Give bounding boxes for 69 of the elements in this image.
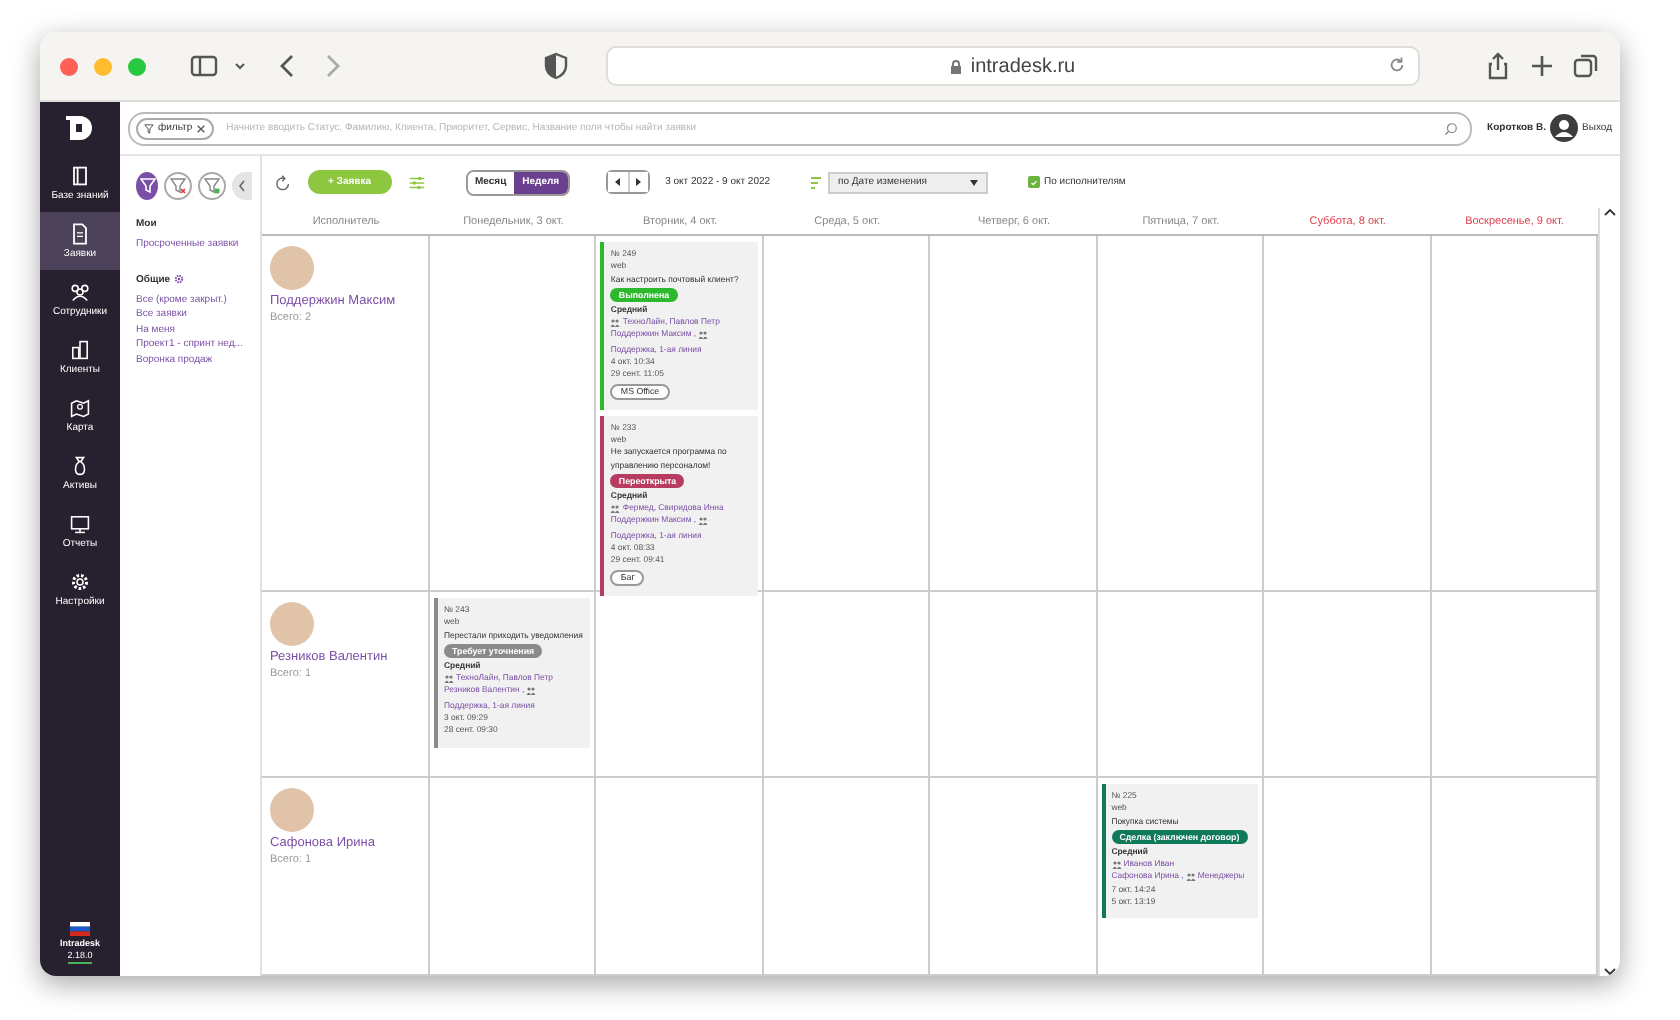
filter-icon: [144, 123, 154, 133]
calendar-cell[interactable]: [763, 778, 931, 976]
gear-icon: [68, 570, 92, 594]
calendar-cell[interactable]: [1431, 236, 1598, 592]
lock-icon: [950, 59, 963, 73]
flag-icon[interactable]: [70, 922, 90, 936]
avatar-placeholder: [270, 602, 314, 646]
document-icon: [68, 222, 92, 246]
calendar-cell[interactable]: [930, 778, 1098, 976]
group-icon: [698, 330, 709, 341]
group-icon: [610, 503, 621, 514]
scroll-down-icon[interactable]: [1604, 968, 1616, 976]
clear-filter-button[interactable]: [164, 172, 192, 200]
group-icon: [1111, 859, 1122, 870]
new-tab-icon[interactable]: [1528, 52, 1556, 80]
triangle-right-icon: [634, 178, 643, 186]
collapse-button[interactable]: [232, 172, 252, 200]
search-icon[interactable]: [1443, 121, 1458, 135]
buildings-icon: [68, 338, 92, 362]
group-icon: [698, 516, 709, 527]
group-icon: [610, 317, 621, 328]
sort-icon[interactable]: [810, 175, 823, 189]
calendar-cell[interactable]: [596, 236, 764, 592]
scroll-up-icon[interactable]: [1604, 208, 1616, 216]
share-icon[interactable]: [1484, 52, 1512, 80]
monitor-icon: [68, 512, 92, 536]
calendar-cell[interactable]: [1264, 778, 1432, 976]
avatar-placeholder: [270, 246, 314, 290]
calendar-cell[interactable]: [1264, 236, 1432, 592]
next-button[interactable]: [627, 172, 648, 192]
calendar-cell[interactable]: [1264, 592, 1432, 778]
save-filter-button[interactable]: [198, 172, 226, 200]
logo-icon[interactable]: [64, 112, 96, 144]
calendar-cell[interactable]: [596, 778, 764, 976]
calendar-cell[interactable]: [596, 592, 764, 778]
user-avatar-icon[interactable]: [1550, 114, 1579, 142]
calendar-cell[interactable]: [1431, 778, 1598, 976]
calendar-cell[interactable]: [430, 236, 597, 592]
close-button[interactable]: [60, 57, 78, 75]
filter-button[interactable]: [136, 172, 158, 200]
gear-icon[interactable]: [174, 274, 185, 284]
tabs-icon[interactable]: [1572, 52, 1600, 80]
triangle-left-icon: [613, 178, 622, 186]
reload-icon[interactable]: [1388, 56, 1406, 74]
group-icon: [526, 686, 537, 697]
group-icon: [1185, 872, 1196, 883]
calendar-cell[interactable]: [930, 236, 1098, 592]
caret-icon: [970, 179, 979, 185]
calendar-cell[interactable]: [930, 592, 1098, 778]
chevron-left-icon: [238, 180, 246, 192]
close-icon[interactable]: [196, 123, 207, 133]
map-icon: [68, 396, 92, 420]
calendar-cell[interactable]: [763, 236, 931, 592]
calendar-cell[interactable]: [1097, 236, 1265, 592]
group-icon: [444, 673, 454, 684]
address-bar[interactable]: intradesk.ru: [606, 46, 1420, 86]
book-icon: [68, 164, 92, 188]
calendar-cell[interactable]: [763, 592, 931, 778]
avatar-placeholder: [270, 788, 314, 832]
calendar-cell[interactable]: [430, 778, 597, 976]
calendar-cell[interactable]: [1431, 592, 1598, 778]
sliders-icon[interactable]: [407, 173, 425, 191]
check-icon: [1030, 177, 1039, 187]
zoom-button[interactable]: [128, 57, 146, 75]
refresh-icon[interactable]: [274, 173, 292, 191]
shield-icon[interactable]: [542, 52, 570, 80]
people-icon: [68, 280, 92, 304]
sidebar-icon[interactable]: [190, 52, 218, 80]
calendar-cell[interactable]: [1097, 592, 1265, 778]
